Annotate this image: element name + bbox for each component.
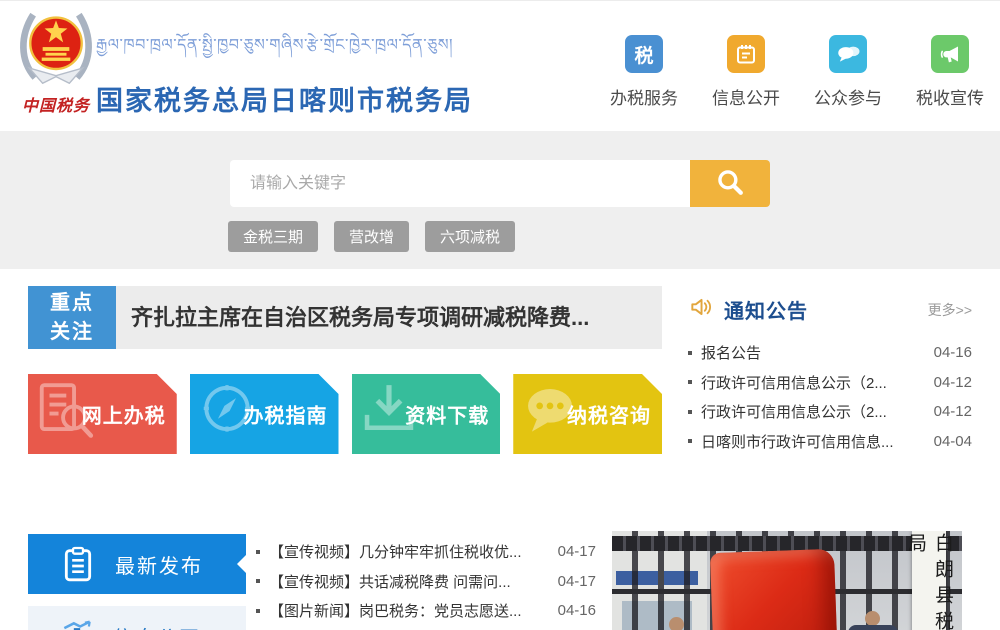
nav-item-info-disclosure[interactable]: 信息公开 <box>704 35 788 109</box>
news-photo[interactable]: 白朗县税务局 <box>612 531 962 630</box>
header: 中国税务 རྒྱལ་ཁབ་ཁྲལ་དོན་སྤྱི་ཁྱབ་ཅུས་གཞིས་ར… <box>0 1 1000 131</box>
notice-panel: 通知公告 更多>> 报名公告 04-16 行政许可信用信息公示（2... 04-… <box>688 286 972 456</box>
news-list: 【宣传视频】几分钟牢牢抓住税收优... 04-17 【宣传视频】共话减税降费 问… <box>256 534 596 630</box>
bar-chart-icon <box>58 617 96 630</box>
notice-item-date: 04-12 <box>934 374 972 391</box>
photo-red-cloth <box>710 549 838 630</box>
logo-caption: 中国税务 <box>12 92 100 116</box>
notice-item-date: 04-16 <box>934 344 972 361</box>
nav-item-tax-promotion[interactable]: 税收宣传 <box>908 35 992 109</box>
nav-item-tax-service[interactable]: 税 办税服务 <box>602 35 686 109</box>
news-item[interactable]: 【宣传视频】共话减税降费 问需问... 04-17 <box>256 567 596 597</box>
hot-tag-yinggaizeng[interactable]: 营改增 <box>334 221 409 252</box>
notice-more-link[interactable]: 更多>> <box>928 300 972 320</box>
news-item[interactable]: 【图片新闻】岗巴税务：党员志愿送... 04-16 <box>256 596 596 626</box>
bullet-icon <box>256 550 260 554</box>
speaker-icon <box>688 294 714 325</box>
hot-search-tags: 金税三期 营改增 六项减税 <box>228 221 515 252</box>
bullet-icon <box>688 410 692 414</box>
notice-item-title: 行政许可信用信息公示（2... <box>701 372 924 393</box>
quick-links: 网上办税 办税指南 资料下载 <box>28 374 662 454</box>
quick-link-consult[interactable]: 纳税咨询 <box>513 374 662 454</box>
quick-link-download[interactable]: 资料下载 <box>352 374 501 454</box>
tab-latest-news[interactable]: 最新发布 <box>28 534 246 594</box>
news-item-date: 04-17 <box>558 543 596 560</box>
info-disclosure-icon <box>727 35 765 73</box>
notice-item-title: 报名公告 <box>701 342 924 363</box>
bullet-icon <box>256 609 260 613</box>
bullet-icon <box>688 351 692 355</box>
tab-label: 最新发布 <box>115 550 203 579</box>
notice-list: 报名公告 04-16 行政许可信用信息公示（2... 04-12 行政许可信用信… <box>688 338 972 456</box>
focus-headline-link[interactable]: 齐扎拉主席在自治区税务局专项调研减税降费... <box>116 286 662 349</box>
notice-item[interactable]: 报名公告 04-16 <box>688 338 972 368</box>
tab-label: 信息公开 <box>113 622 201 630</box>
news-tabs: 最新发布 信息公开 <box>28 534 246 630</box>
notice-item-title: 行政许可信用信息公示（2... <box>701 401 924 422</box>
nav-label: 税收宣传 <box>908 84 992 109</box>
quick-link-label: 办税指南 <box>244 400 328 429</box>
clipboard-icon <box>58 544 98 584</box>
quick-link-label: 网上办税 <box>82 400 166 429</box>
photo-sign-text: 白朗县税务局 <box>902 533 956 630</box>
site-titles: རྒྱལ་ཁབ་ཁྲལ་དོན་སྤྱི་ཁྱབ་ཅུས་གཞིས་རྩེ་གྲ… <box>96 27 473 118</box>
quick-link-label: 资料下载 <box>405 400 489 429</box>
search-bar <box>230 160 770 207</box>
bullet-icon <box>256 579 260 583</box>
search-band: 金税三期 营改增 六项减税 <box>0 131 1000 269</box>
news-item-date: 04-17 <box>558 573 596 590</box>
nav-label: 信息公开 <box>704 84 788 109</box>
nav-label: 办税服务 <box>602 84 686 109</box>
quick-link-online-tax[interactable]: 网上办税 <box>28 374 177 454</box>
notice-item-date: 04-12 <box>934 403 972 420</box>
photo-person-right <box>865 611 880 626</box>
national-emblem-icon <box>17 76 95 93</box>
news-item-title: 【图片新闻】岗巴税务：党员志愿送... <box>269 600 548 621</box>
focus-label-line1: 重点 <box>50 289 94 318</box>
notice-title: 通知公告 <box>724 295 808 324</box>
notice-item[interactable]: 行政许可信用信息公示（2... 04-12 <box>688 397 972 427</box>
public-participation-icon <box>829 35 867 73</box>
tab-info-disclosure[interactable]: 信息公开 <box>28 606 246 630</box>
focus-column: 重点 关注 齐扎拉主席在自治区税务局专项调研减税降费... 网上办税 <box>28 286 662 456</box>
tax-service-icon: 税 <box>625 35 663 73</box>
news-item-date: 04-16 <box>558 602 596 619</box>
main-content: 重点 关注 齐扎拉主席在自治区税务局专项调研减税降费... 网上办税 <box>10 269 990 630</box>
notice-item[interactable]: 行政许可信用信息公示（2... 04-12 <box>688 368 972 398</box>
site-title: 国家税务总局日喀则市税务局 <box>96 79 473 118</box>
quick-link-tax-guide[interactable]: 办税指南 <box>190 374 339 454</box>
tax-promotion-icon <box>931 35 969 73</box>
search-button[interactable] <box>690 160 770 207</box>
news-item[interactable]: 【各地税讯】萨迦税务：减税降费... 04-16 <box>256 626 596 630</box>
hot-tag-jinshui[interactable]: 金税三期 <box>228 221 318 252</box>
focus-strip: 重点 关注 齐扎拉主席在自治区税务局专项调研减税降费... <box>28 286 662 349</box>
photo-vertical-sign: 白朗县税务局 <box>912 531 946 630</box>
focus-label: 重点 关注 <box>28 286 116 349</box>
top-nav: 税 办税服务 信息公开 公众参与 税收宣传 <box>602 35 992 109</box>
news-item[interactable]: 【宣传视频】几分钟牢牢抓住税收优... 04-17 <box>256 537 596 567</box>
nav-label: 公众参与 <box>806 84 890 109</box>
page: 中国税务 རྒྱལ་ཁབ་ཁྲལ་དོན་སྤྱི་ཁྱབ་ཅུས་གཞིས་ར… <box>0 0 1000 630</box>
bullet-icon <box>688 380 692 384</box>
nav-item-public-participation[interactable]: 公众参与 <box>806 35 890 109</box>
notice-item-title: 日喀则市行政许可信用信息... <box>701 431 924 452</box>
photo-person-right-body <box>848 625 898 630</box>
content-row-top: 重点 关注 齐扎拉主席在自治区税务局专项调研减税降费... 网上办税 <box>28 286 972 456</box>
bullet-icon <box>688 439 692 443</box>
site-logo[interactable]: 中国税务 <box>12 9 100 116</box>
notice-header: 通知公告 更多>> <box>688 294 972 325</box>
search-icon <box>713 165 747 202</box>
site-title-tibetan: རྒྱལ་ཁབ་ཁྲལ་དོན་སྤྱི་ཁྱབ་ཅུས་གཞིས་རྩེ་གྲ… <box>96 27 473 72</box>
quick-link-label: 纳税咨询 <box>567 400 651 429</box>
photo-person-left <box>669 617 684 630</box>
notice-item-date: 04-04 <box>934 433 972 450</box>
notice-item[interactable]: 日喀则市行政许可信用信息... 04-04 <box>688 427 972 457</box>
news-item-title: 【宣传视频】几分钟牢牢抓住税收优... <box>269 541 548 562</box>
hot-tag-liuxiang[interactable]: 六项减税 <box>425 221 515 252</box>
news-item-title: 【宣传视频】共话减税降费 问需问... <box>269 571 548 592</box>
focus-label-line2: 关注 <box>50 318 94 347</box>
search-input[interactable] <box>230 160 690 207</box>
content-row-bottom: 最新发布 信息公开 【宣传视频】几分钟牢牢抓住税收优... 04-17 <box>28 534 972 630</box>
